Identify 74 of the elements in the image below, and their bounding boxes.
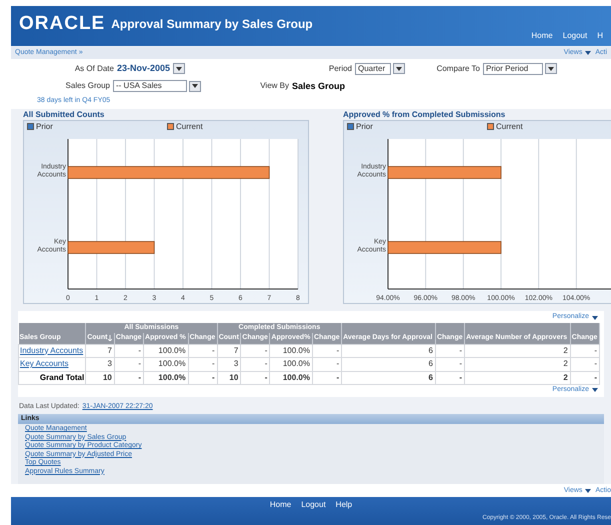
table-cell: - xyxy=(114,371,144,384)
table-cell: - xyxy=(240,358,270,371)
dropdown-button[interactable] xyxy=(173,63,185,74)
table-cell: 100.0% xyxy=(270,344,312,358)
nav-link[interactable]: Logout xyxy=(562,30,588,42)
caret-icon xyxy=(176,66,182,71)
caret-icon xyxy=(585,488,592,493)
dropdown-button[interactable] xyxy=(545,63,557,74)
table-cell: - xyxy=(188,358,218,371)
table-cell: - xyxy=(312,371,342,384)
table-cell: - xyxy=(435,344,465,358)
table-cell: - xyxy=(188,344,218,358)
table-cell: 100.0% xyxy=(144,358,188,371)
table-cell: 6 xyxy=(342,371,436,384)
table-cell: - xyxy=(312,358,342,371)
select-field[interactable]: Quarter xyxy=(355,62,391,75)
table-cell: 100.0% xyxy=(270,371,312,384)
table-cell: - xyxy=(435,358,465,371)
table-cell: - xyxy=(240,371,270,384)
nav-link[interactable]: Home xyxy=(531,30,553,42)
table-cell: 3 xyxy=(217,358,241,371)
table-cell: - xyxy=(570,371,600,384)
table-cell: - xyxy=(114,358,144,371)
legend-label: Prior xyxy=(36,122,53,132)
caret-icon xyxy=(396,66,402,71)
select-field[interactable]: -- USA Sales xyxy=(113,80,187,92)
caret-icon xyxy=(192,84,198,88)
logo: ORACLE xyxy=(19,14,106,34)
date-value[interactable]: 23-Nov-2005 xyxy=(116,62,170,76)
table-cell: - xyxy=(188,371,218,384)
table-cell: - xyxy=(570,344,600,358)
dropdown-button[interactable] xyxy=(393,63,405,74)
field-label: As Of Date xyxy=(74,62,114,75)
table-cell: - xyxy=(114,344,144,358)
table-cell: 10 xyxy=(217,371,241,384)
page-title: Approval Summary by Sales Group xyxy=(111,17,313,31)
table-cell: 10 xyxy=(86,371,114,384)
table-cell: - xyxy=(240,344,270,358)
caret-icon xyxy=(548,66,554,71)
table-cell: 7 xyxy=(86,344,114,358)
footer-link[interactable]: Help xyxy=(336,499,352,511)
dropdown-button[interactable] xyxy=(189,80,201,92)
table-cell: - xyxy=(312,344,342,358)
chart-title: Approved % from Completed Submissions xyxy=(343,110,506,120)
field-label: Compare To xyxy=(436,62,480,75)
table-cell: 100.0% xyxy=(144,371,188,384)
table-cell: 2 xyxy=(464,371,570,384)
table-cell: 100.0% xyxy=(270,358,312,371)
select-field[interactable]: Prior Period xyxy=(483,62,543,75)
table-cell: 2 xyxy=(464,358,570,371)
legend-label: Current xyxy=(496,122,523,132)
field-label: View By xyxy=(260,80,289,92)
table-cell: 6 xyxy=(342,344,436,358)
caret-icon xyxy=(592,388,598,392)
table-cell: 7 xyxy=(217,344,241,358)
table-cell: 6 xyxy=(342,358,436,371)
field-label: Period xyxy=(328,62,352,75)
table-cell: 3 xyxy=(86,358,114,371)
view-by-value: Sales Group xyxy=(292,80,345,93)
footer-link[interactable]: Home xyxy=(270,499,292,511)
table-cell: Grand Total xyxy=(18,371,86,384)
field-label: Sales Group xyxy=(66,80,110,92)
table-cell: - xyxy=(435,371,465,384)
table-cell: 2 xyxy=(464,344,570,358)
chart-title: All Submitted Counts xyxy=(23,110,106,120)
legend-label: Prior xyxy=(356,122,373,132)
footer-link[interactable]: Logout xyxy=(301,499,326,511)
table-cell: - xyxy=(570,358,600,371)
caret-icon xyxy=(592,316,598,320)
table-cell: 100.0% xyxy=(144,344,188,358)
caret-icon xyxy=(585,51,592,55)
legend-label: Current xyxy=(176,122,203,132)
sort-icon xyxy=(108,335,112,342)
nav-link[interactable]: H xyxy=(597,30,603,42)
